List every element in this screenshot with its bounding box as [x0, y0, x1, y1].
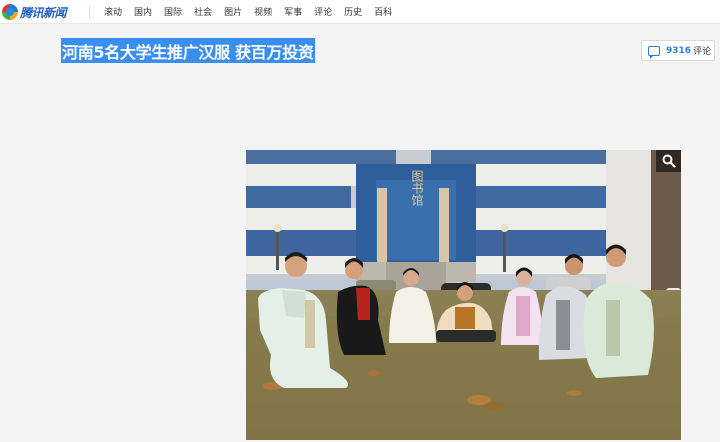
article-title[interactable]: 河南5名大学生推广汉服 获百万投资	[62, 39, 314, 63]
channel-nav: 滚动 国内 国际 社会 图片 视频 军事 评论 历史 百科	[104, 0, 404, 22]
article-photo[interactable]: 图书馆	[246, 150, 681, 440]
tencent-logo-icon	[2, 4, 18, 20]
comment-label: 评论	[693, 47, 712, 57]
nav-item-domestic[interactable]: 国内	[134, 5, 152, 18]
zoom-image-button[interactable]	[656, 150, 681, 172]
nav-item-military[interactable]: 军事	[284, 5, 302, 18]
comment-button[interactable]: 9316 评论	[641, 40, 715, 61]
building-sign-text: 图书馆	[410, 170, 424, 206]
site-logo[interactable]: 腾讯新闻	[2, 2, 67, 22]
magnifier-icon	[662, 154, 676, 168]
nav-divider	[89, 5, 90, 19]
top-navigation-bar: 腾讯新闻 滚动 国内 国际 社会 图片 视频 军事 评论 历史 百科	[0, 0, 720, 24]
nav-item-history[interactable]: 历史	[344, 5, 362, 18]
nav-item-commentary[interactable]: 评论	[314, 5, 332, 18]
nav-item-video[interactable]: 视频	[254, 5, 272, 18]
nav-item-society[interactable]: 社会	[194, 5, 212, 18]
nav-item-scroll[interactable]: 滚动	[104, 5, 122, 18]
comment-count: 9316	[666, 45, 692, 56]
nav-item-pictures[interactable]: 图片	[224, 5, 242, 18]
nav-item-international[interactable]: 国际	[164, 5, 182, 18]
hanfu-students-photo: 图书馆	[246, 150, 681, 440]
site-logo-text: 腾讯新闻	[20, 5, 67, 20]
nav-item-encyclopedia[interactable]: 百科	[374, 5, 392, 18]
article-title-selection: 河南5名大学生推广汉服 获百万投资	[61, 38, 315, 63]
comment-bubble-icon	[648, 45, 660, 59]
